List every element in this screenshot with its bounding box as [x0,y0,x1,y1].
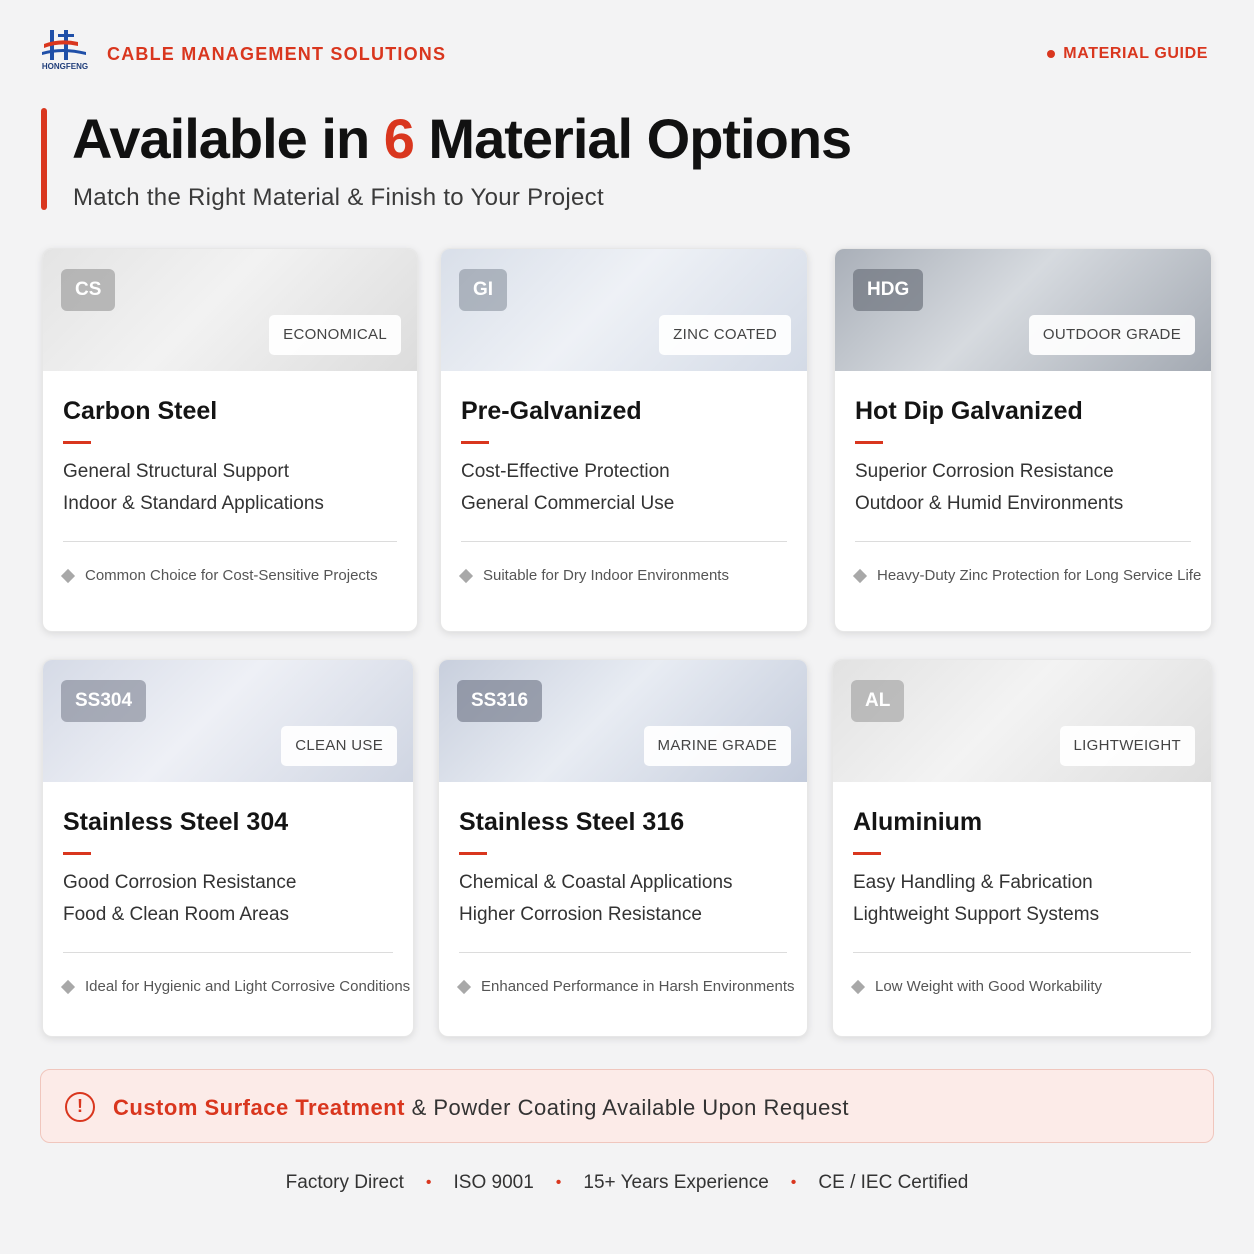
material-code-badge: CS [61,269,116,311]
material-card-pre-galvanized: GI ZINC COATED Pre-Galvanized Cost-Effec… [440,248,808,632]
card-title: Stainless Steel 316 [459,808,685,836]
card-divider [459,952,787,953]
card-note: Ideal for Hygienic and Light Corrosive C… [60,978,410,995]
card-feature: Indoor & Standard Applications [63,493,324,514]
card-title-underline [855,441,883,444]
card-title: Carbon Steel [63,397,218,425]
card-title-underline [853,852,881,855]
card-note: Low Weight with Good Workability [850,978,1102,995]
page-title: Available in 6 Material Options [72,107,852,170]
card-feature: Superior Corrosion Resistance [855,461,1114,482]
footer-item: CE / IEC Certified [818,1172,969,1193]
card-note: Heavy-Duty Zinc Protection for Long Serv… [852,567,1201,584]
diamond-icon [60,568,76,583]
headline-accent-bar [41,108,47,210]
card-title: Pre-Galvanized [461,397,642,425]
grade-badge: LIGHTWEIGHT [1059,726,1195,766]
footer-credentials: Factory Direct • ISO 9001 • 15+ Years Ex… [0,1172,1254,1194]
card-feature: Easy Handling & Fabrication [853,872,1093,893]
card-feature: General Commercial Use [461,493,675,514]
card-note: Common Choice for Cost-Sensitive Project… [60,567,378,584]
material-guide-label: MATERIAL GUIDE [1047,45,1208,63]
hongfeng-logo: HONGFENG [42,30,88,71]
card-title-underline [461,441,489,444]
card-feature: Outdoor & Humid Environments [855,493,1124,514]
footer-item: Factory Direct [285,1172,404,1193]
grade-badge: ZINC COATED [659,315,791,355]
brand-title: CABLE MANAGEMENT SOLUTIONS [107,44,447,64]
card-divider [63,952,393,953]
card-title-underline [63,441,91,444]
svg-text:HONGFENG: HONGFENG [42,62,88,71]
card-title-underline [63,852,91,855]
footer-item: ISO 9001 [453,1172,534,1193]
card-feature: Food & Clean Room Areas [63,904,290,925]
material-code-badge: AL [851,680,905,722]
material-code-badge: HDG [853,269,924,311]
custom-treatment-banner: ! Custom Surface Treatment & Powder Coat… [40,1069,1214,1143]
banner-text: Custom Surface Treatment & Powder Coatin… [113,1095,849,1120]
diamond-icon [850,979,866,994]
bullet-separator-icon: • [790,1174,797,1191]
card-title: Hot Dip Galvanized [855,397,1083,425]
card-feature: Good Corrosion Resistance [63,872,297,893]
bullet-separator-icon: • [555,1174,562,1191]
diamond-icon [458,568,474,583]
card-note: Enhanced Performance in Harsh Environmen… [456,978,795,995]
bullet-dot-icon [1047,50,1056,58]
card-divider [855,541,1191,542]
material-code-badge: SS304 [61,680,147,722]
card-divider [853,952,1191,953]
diamond-icon [60,979,76,994]
grade-badge: MARINE GRADE [643,726,791,766]
material-code-badge: GI [459,269,508,311]
diamond-icon [852,568,868,583]
card-feature: General Structural Support [63,461,290,482]
alert-circle-icon: ! [65,1092,95,1122]
footer-item: 15+ Years Experience [583,1172,769,1193]
card-title: Stainless Steel 304 [63,808,289,836]
diamond-icon [456,979,472,994]
card-divider [461,541,787,542]
material-card-hot-dip-galvanized: HDG OUTDOOR GRADE Hot Dip Galvanized Sup… [834,248,1212,632]
material-code-badge: SS316 [457,680,543,722]
card-note: Suitable for Dry Indoor Environments [458,567,729,584]
card-feature: Chemical & Coastal Applications [459,872,733,893]
grade-badge: OUTDOOR GRADE [1028,315,1195,355]
grade-badge: ECONOMICAL [269,315,401,355]
card-divider [63,541,397,542]
grade-badge: CLEAN USE [281,726,397,766]
material-card-stainless-steel-316: SS316 MARINE GRADE Stainless Steel 316 C… [438,659,808,1037]
material-card-stainless-steel-304: SS304 CLEAN USE Stainless Steel 304 Good… [42,659,414,1037]
card-feature: Higher Corrosion Resistance [459,904,702,925]
bullet-separator-icon: • [425,1174,432,1191]
card-feature: Lightweight Support Systems [853,904,1100,925]
material-card-carbon-steel: CS ECONOMICAL Carbon Steel General Struc… [42,248,418,632]
material-card-aluminium: AL LIGHTWEIGHT Aluminium Easy Handling &… [832,659,1212,1037]
card-title: Aluminium [853,808,983,836]
page-subtitle: Match the Right Material & Finish to You… [73,184,604,211]
card-feature: Cost-Effective Protection [461,461,670,482]
card-title-underline [459,852,487,855]
